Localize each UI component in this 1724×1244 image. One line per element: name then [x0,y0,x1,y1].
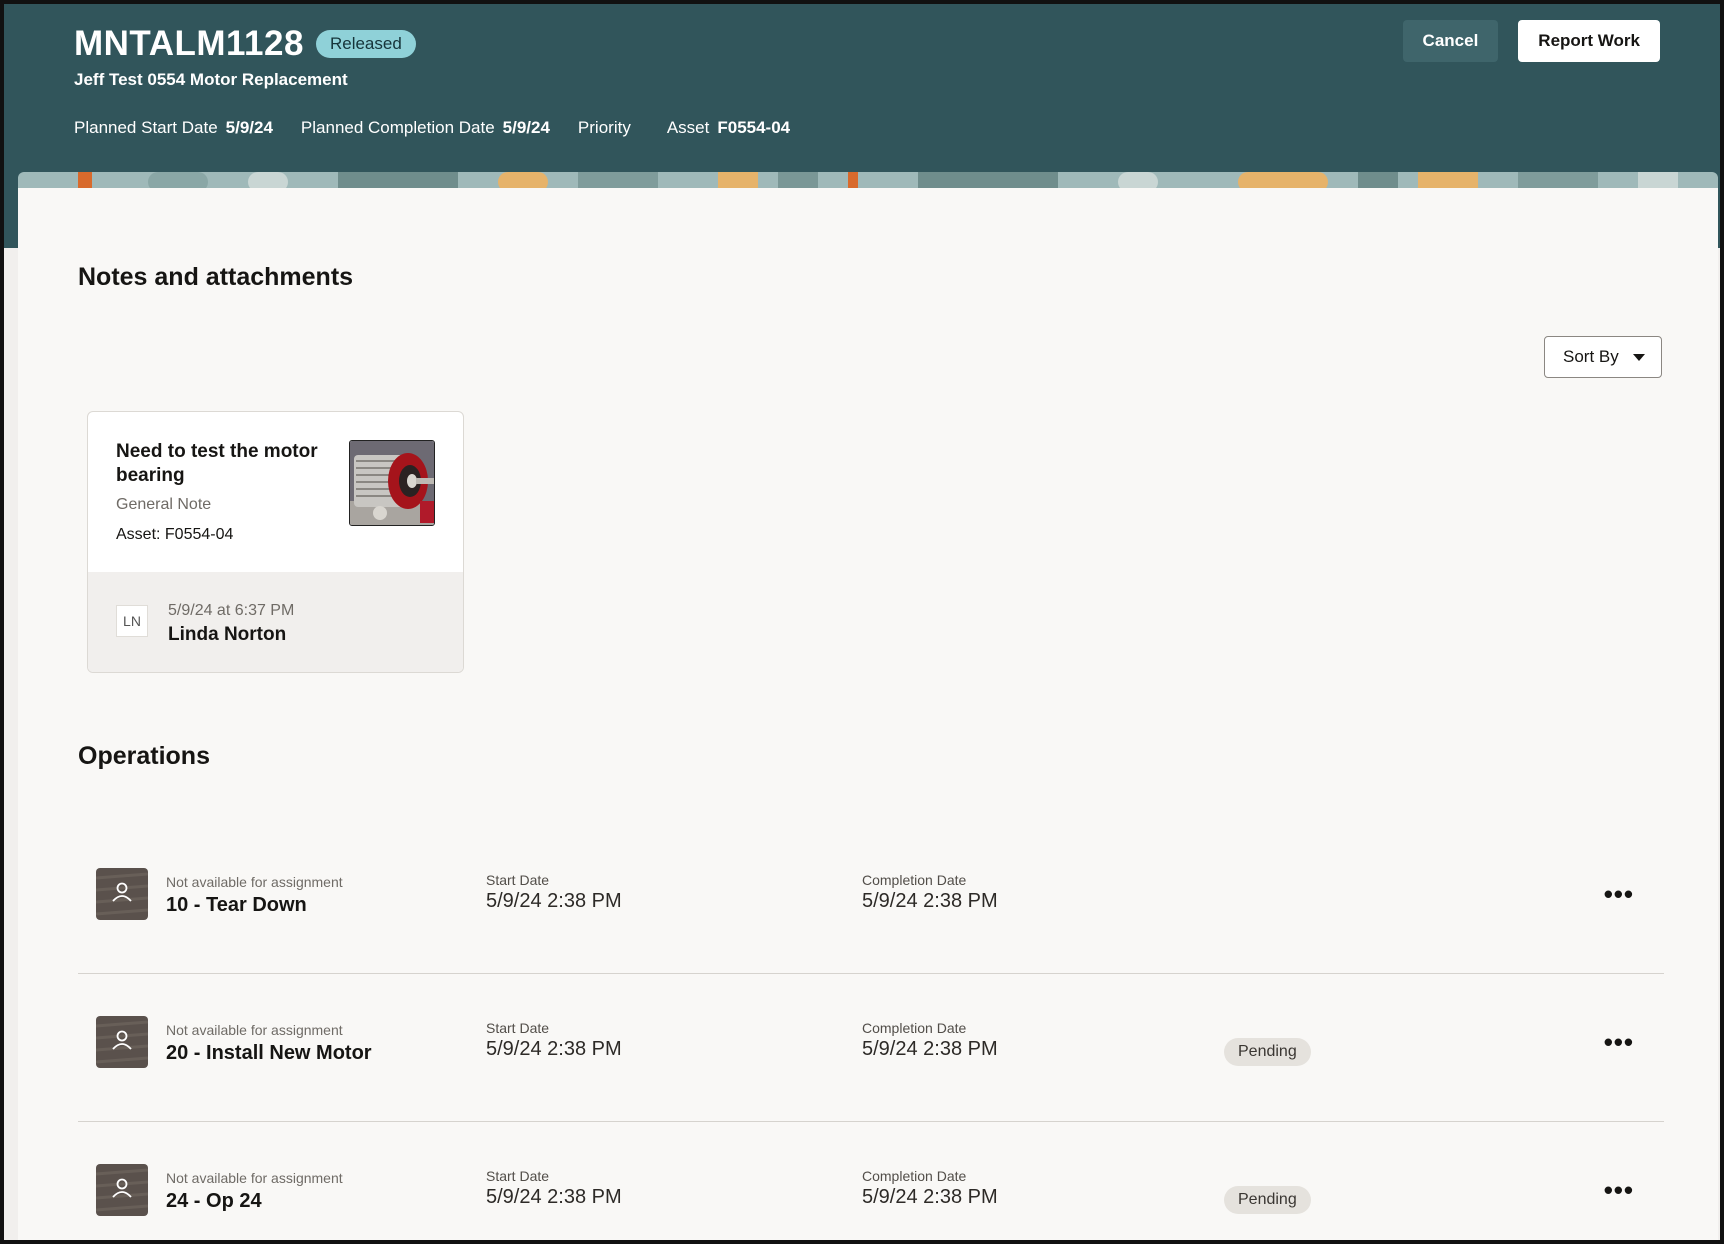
start-date-label: Start Date [486,872,550,888]
report-work-button[interactable]: Report Work [1518,20,1660,62]
completion-date-column: Completion Date 5/9/24 2:38 PM [862,1020,998,1061]
pending-badge: Pending [1224,1038,1311,1066]
start-date-label: Start Date [486,1168,550,1184]
meta-planned-start: Planned Start Date 5/9/24 [74,118,273,138]
header-info: MNTALM1128 Released Jeff Test 0554 Motor… [74,24,790,138]
completion-date-column: Completion Date 5/9/24 2:38 PM [862,872,998,913]
header-actions: Cancel Report Work [1402,20,1660,62]
start-date-label: Start Date [486,1020,550,1036]
meta-priority: Priority [578,118,639,138]
avatar: LN [116,605,148,637]
status-badge: Released [315,30,416,58]
meta-value: 5/9/24 [502,118,550,137]
completion-date-value: 5/9/24 2:38 PM [862,1186,998,1208]
meta-label: Planned Completion Date [300,118,495,137]
motor-photo-thumbnail[interactable] [349,440,435,526]
sort-by-dropdown[interactable]: Sort By [1544,336,1662,378]
meta-planned-completion: Planned Completion Date 5/9/24 [301,118,550,138]
start-date-value: 5/9/24 2:38 PM [486,1038,622,1060]
content-panel: Notes and attachments Sort By Need to te… [18,188,1718,1240]
operation-person-icon [96,1016,148,1068]
more-actions-icon[interactable]: ••• [1604,881,1634,907]
start-date-value: 5/9/24 2:38 PM [486,1186,622,1208]
operation-name[interactable]: 24 - Op 24 [166,1190,262,1213]
meta-asset: Asset F0554-04 [667,118,790,138]
assignment-status: Not available for assignment [166,1022,343,1038]
start-date-column: Start Date 5/9/24 2:38 PM [486,872,622,913]
note-card[interactable]: Need to test the motor bearing General N… [87,411,464,673]
completion-date-value: 5/9/24 2:38 PM [862,1038,998,1060]
meta-label: Priority [577,118,631,137]
cancel-button[interactable]: Cancel [1402,20,1499,62]
note-body: Need to test the motor bearing General N… [88,412,463,572]
meta-value: F0554-04 [717,118,791,137]
operation-row[interactable]: Not available for assignment 10 - Tear D… [78,826,1664,974]
completion-date-label: Completion Date [862,1168,967,1184]
assignment-status: Not available for assignment [166,1170,343,1186]
meta-label: Asset [666,118,710,137]
start-date-column: Start Date 5/9/24 2:38 PM [486,1020,622,1061]
start-date-column: Start Date 5/9/24 2:38 PM [486,1168,622,1209]
notes-section-title: Notes and attachments [78,263,354,291]
operation-name[interactable]: 20 - Install New Motor [166,1042,372,1065]
more-actions-icon[interactable]: ••• [1604,1029,1634,1055]
caret-down-icon [1633,353,1645,361]
note-footer: LN 5/9/24 at 6:37 PM Linda Norton [88,572,463,672]
operation-name[interactable]: 10 - Tear Down [166,894,307,917]
start-date-value: 5/9/24 2:38 PM [486,890,622,912]
pending-badge: Pending [1224,1186,1311,1214]
sort-by-label: Sort By [1563,347,1619,366]
meta-label: Planned Start Date [74,118,218,137]
note-timestamp: 5/9/24 at 6:37 PM [168,602,295,619]
operation-person-icon [96,868,148,920]
note-author: Linda Norton [168,624,287,645]
app-frame: MNTALM1128 Released Jeff Test 0554 Motor… [0,0,1724,1244]
page-title: MNTALM1128 [74,24,304,63]
meta-value: 5/9/24 [225,118,273,137]
page-subtitle: Jeff Test 0554 Motor Replacement [74,70,348,89]
completion-date-column: Completion Date 5/9/24 2:38 PM [862,1168,998,1209]
note-title: Need to test the motor bearing [116,441,318,486]
meta-row: Planned Start Date 5/9/24 Planned Complet… [74,118,790,138]
operation-row[interactable]: Not available for assignment 24 - Op 24 … [78,1122,1664,1240]
operation-row[interactable]: Not available for assignment 20 - Instal… [78,974,1664,1122]
assignment-status: Not available for assignment [166,874,343,890]
completion-date-label: Completion Date [862,1020,967,1036]
title-row: MNTALM1128 Released [74,24,790,64]
more-actions-icon[interactable]: ••• [1604,1177,1634,1203]
completion-date-value: 5/9/24 2:38 PM [862,890,998,912]
note-asset: Asset: F0554-04 [116,526,234,543]
completion-date-label: Completion Date [862,872,967,888]
operation-person-icon [96,1164,148,1216]
operations-section-title: Operations [78,742,210,770]
